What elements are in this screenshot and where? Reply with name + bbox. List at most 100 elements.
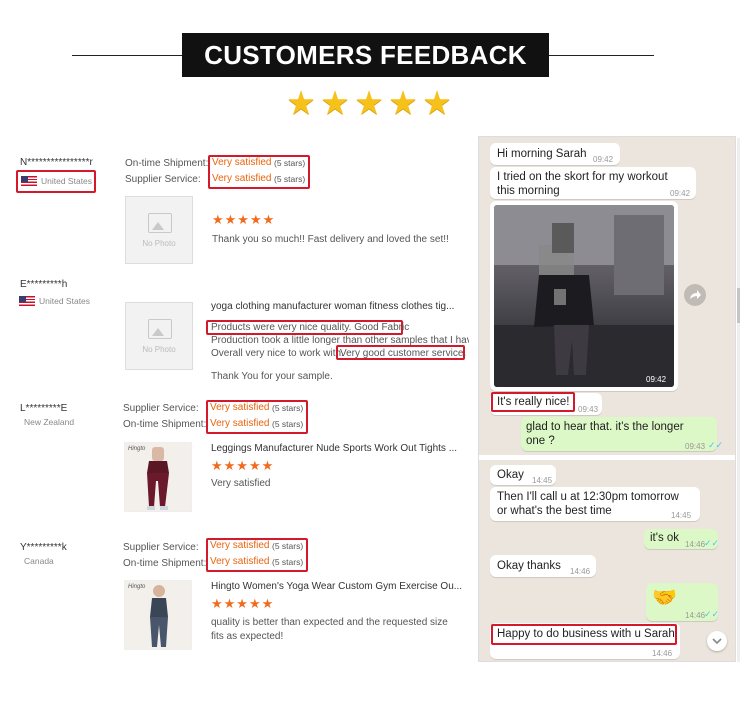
- us-flag-icon: [19, 296, 35, 306]
- product-thumbnail[interactable]: Hingto: [124, 442, 192, 512]
- reviewer-country: Canada: [24, 556, 54, 566]
- chat-message-incoming: Then I'll call u at 12:30pm tomorrow or …: [490, 487, 700, 521]
- reviewer-name: Y*********k: [20, 542, 67, 553]
- message-text: I tried on the skort for my workout: [497, 171, 668, 183]
- rating-stars-count: (5 stars): [274, 174, 306, 184]
- forward-icon[interactable]: [684, 284, 706, 306]
- product-title-link[interactable]: yoga clothing manufacturer woman fitness…: [211, 301, 454, 312]
- message-time: 09:42: [670, 189, 691, 198]
- header-rule-right: [548, 55, 654, 56]
- review-comment: fits as expected!: [211, 631, 284, 642]
- review-comment: Thank you so much!! Fast delivery and lo…: [212, 234, 449, 245]
- rating-label: Supplier Service:: [123, 403, 199, 414]
- message-text: this morning: [497, 185, 560, 197]
- message-time: 09:42: [646, 375, 667, 384]
- header-rule-left: [72, 55, 184, 56]
- rating-stars-count: (5 stars): [272, 541, 304, 551]
- chat-message-incoming: Okay 14:45: [490, 465, 556, 485]
- handshake-icon: 🤝: [652, 587, 677, 609]
- chat-message-outgoing: glad to hear that. it's the longer one ?…: [521, 417, 723, 451]
- chat-scrollbar-thumb[interactable]: [737, 288, 740, 323]
- image-placeholder-icon: [148, 213, 172, 233]
- review-comment: quality is better than expected and the …: [211, 617, 448, 628]
- screenshot-divider: [479, 455, 735, 460]
- rating-value: Very satisfied: [210, 418, 270, 429]
- reviewer-name: E*********h: [20, 279, 68, 290]
- read-ticks-icon: ✓✓: [708, 440, 724, 450]
- message-text: glad to hear that. it's the longer: [526, 421, 684, 433]
- message-text: Then I'll call u at 12:30pm tomorrow: [497, 491, 679, 503]
- no-photo-label: No Photo: [142, 345, 176, 354]
- brand-logo: Hingto: [128, 446, 146, 452]
- message-time: 14:45: [532, 476, 553, 485]
- reviewer-country: United States: [41, 176, 93, 186]
- message-time: 14:45: [671, 511, 692, 520]
- product-title-link[interactable]: Leggings Manufacturer Nude Sports Work O…: [211, 443, 457, 454]
- rating-label: On-time Shipment:: [123, 419, 207, 430]
- review-comment: Overall very nice to work with.: [211, 348, 344, 359]
- message-text: Hi morning Sarah: [497, 148, 587, 160]
- chat-message-outgoing: 🤝 14:46 ✓✓: [646, 583, 719, 621]
- message-time: 14:46: [685, 611, 706, 620]
- no-photo-placeholder: No Photo: [125, 302, 193, 370]
- workout-photo[interactable]: 09:42: [494, 205, 674, 387]
- message-text: Okay thanks: [497, 560, 561, 572]
- reviewer-country: United States: [39, 296, 91, 306]
- rating-value: Very satisfied: [212, 173, 272, 184]
- read-ticks-icon: ✓✓: [704, 538, 720, 548]
- chat-message-incoming: I tried on the skort for my workout this…: [490, 167, 696, 199]
- rating-stars-count: (5 stars): [272, 419, 304, 429]
- reviewer-name: L*********E: [20, 403, 68, 414]
- message-time: 09:43: [578, 405, 599, 414]
- star-icon: ★: [388, 84, 418, 121]
- chat-message-outgoing: it's ok 14:46 ✓✓: [644, 529, 720, 549]
- rating-stars-count: (5 stars): [272, 403, 304, 413]
- rating-label: Supplier Service:: [123, 542, 199, 553]
- product-title-link[interactable]: Hingto Women's Yoga Wear Custom Gym Exer…: [211, 581, 462, 592]
- chat-scrollbar[interactable]: [737, 138, 740, 662]
- gym-photo-image: [494, 205, 674, 387]
- message-time: 14:46: [652, 649, 673, 658]
- star-icon: ★: [354, 84, 384, 121]
- rating-label: On-time Shipment:: [123, 558, 207, 569]
- rating-stars-count: (5 stars): [274, 158, 306, 168]
- product-thumbnail[interactable]: Hingto: [124, 580, 192, 650]
- review-comment: Very good customer service.: [340, 348, 467, 359]
- review-comment: Thank You for your sample.: [211, 371, 333, 382]
- star-icon: ★: [422, 84, 452, 121]
- rating-value: Very satisfied: [210, 402, 270, 413]
- review-stars: ★★★★★: [211, 596, 275, 611]
- chevron-down-icon: [712, 638, 722, 645]
- review-stars: ★★★★★: [212, 212, 276, 227]
- review-stars: ★★★★★: [211, 458, 275, 473]
- page-title: CUSTOMERS FEEDBACK: [182, 33, 549, 77]
- review-comment: Very satisfied: [211, 478, 271, 489]
- brand-logo: Hingto: [128, 584, 146, 590]
- message-text: It's really nice!: [497, 396, 570, 408]
- star-icon: ★: [286, 84, 316, 121]
- chat-message-incoming: Hi morning Sarah 09:42: [490, 143, 620, 165]
- message-time: 09:42: [593, 155, 614, 164]
- rating-label: Supplier Service:: [125, 174, 201, 185]
- scroll-down-button[interactable]: [707, 631, 727, 651]
- chat-screenshot: Hi morning Sarah 09:42 I tried on the sk…: [478, 136, 736, 662]
- image-placeholder-icon: [148, 319, 172, 339]
- message-text: one ?: [526, 435, 555, 447]
- reviewer-name: N****************r: [20, 157, 93, 168]
- rating-value: Very satisfied: [210, 556, 270, 567]
- no-photo-label: No Photo: [142, 239, 176, 248]
- leggings-image: [147, 447, 169, 510]
- rating-label: On-time Shipment:: [125, 158, 209, 169]
- rating-stars-count: (5 stars): [272, 557, 304, 567]
- yoga-wear-image: [150, 585, 168, 647]
- star-icon: ★: [320, 84, 350, 121]
- message-text: it's ok: [650, 532, 680, 544]
- no-photo-placeholder: No Photo: [125, 196, 193, 264]
- message-text: Okay: [497, 469, 524, 481]
- reviewer-country: New Zealand: [24, 417, 75, 427]
- rating-value: Very satisfied: [212, 157, 272, 168]
- message-time: 09:43: [685, 442, 706, 451]
- message-time: 14:46: [570, 567, 591, 576]
- message-time: 14:46: [685, 540, 706, 549]
- message-text: or what's the best time: [497, 505, 612, 517]
